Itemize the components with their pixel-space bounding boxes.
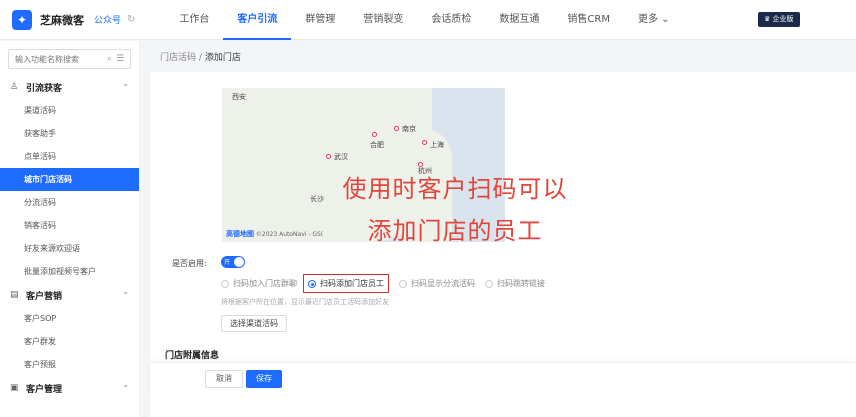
breadcrumb-parent[interactable]: 门店活码 bbox=[160, 53, 196, 63]
save-button[interactable]: 保存 bbox=[246, 370, 282, 388]
breadcrumb-current: 添加门店 bbox=[204, 53, 241, 63]
crown-icon: ♛ bbox=[764, 15, 771, 23]
annotation-line: 使用时客户扫码可以 bbox=[342, 175, 568, 203]
radio-circle-selected bbox=[308, 279, 316, 288]
map-city-label: 合肥 bbox=[370, 141, 384, 149]
enable-toggle[interactable]: 开 bbox=[221, 256, 245, 268]
brand-name: 芝麻微客 bbox=[40, 13, 84, 27]
map-marker[interactable] bbox=[422, 140, 427, 145]
cancel-button[interactable]: 取消 bbox=[205, 370, 243, 388]
sidebar-item-channel-code[interactable]: 渠道活码 bbox=[0, 99, 139, 122]
radio-show-split-code[interactable]: 扫码显示分流活码 bbox=[399, 278, 475, 289]
sidebar-item-city-store-code[interactable]: 城市门店活码 bbox=[0, 168, 139, 191]
account-type-label[interactable]: 公众号 bbox=[94, 13, 121, 26]
radio-label: 扫码跳转链接 bbox=[497, 279, 545, 288]
scan-hint-text: 将根据客户所在位置，显示最近门店员工活码添加好友 bbox=[221, 298, 389, 306]
sidebar-item-sales-code[interactable]: 销客活码 bbox=[0, 214, 139, 237]
nav-session-inspection[interactable]: 会话质检 bbox=[417, 0, 485, 40]
toggle-knob bbox=[234, 257, 244, 267]
radio-label: 扫码加入门店群聊 bbox=[233, 279, 297, 288]
chevron-up-icon: ⌃ bbox=[122, 82, 129, 92]
map-city-label: 武汉 bbox=[334, 153, 348, 161]
nav-marketing-fission[interactable]: 营销裂变 bbox=[349, 0, 417, 40]
sidebar: ⌕ ☰ ♙ 引流获客 ⌃ 渠道活码 获客助手 点单活码 城市门店活码 分流活码 … bbox=[0, 41, 140, 417]
function-search-input[interactable] bbox=[15, 54, 103, 64]
radio-add-store-staff[interactable]: 扫码添加门店员工 bbox=[303, 274, 389, 293]
sidebar-item-acquisition-assistant[interactable]: 获客助手 bbox=[0, 122, 139, 145]
main-nav: 工作台 客户引流 群管理 营销裂变 会话质检 数据互通 销售CRM 更多 ⌄ bbox=[165, 0, 683, 40]
folder-icon: ▣ bbox=[10, 383, 19, 393]
sidebar-item-mass-message[interactable]: 客户群发 bbox=[0, 330, 139, 353]
sidebar-item-batch-video-customers[interactable]: 批量添加视频号客户 bbox=[0, 260, 139, 283]
radio-circle bbox=[221, 279, 229, 288]
brand-logo-icon: ✦ bbox=[12, 9, 32, 30]
nav-group-management[interactable]: 群管理 bbox=[291, 0, 349, 40]
radio-circle bbox=[399, 279, 407, 288]
sidebar-group-customer-management[interactable]: ▣ 客户管理 ⌃ bbox=[0, 376, 139, 400]
user-acquire-icon: ♙ bbox=[10, 82, 19, 92]
radio-join-store-group[interactable]: 扫码加入门店群聊 bbox=[221, 278, 297, 289]
map-city-label: 上海 bbox=[430, 141, 444, 149]
sidebar-group-label: 客户管理 bbox=[26, 384, 63, 395]
breadcrumb: 门店活码 / 添加门店 bbox=[160, 50, 241, 63]
map-marker[interactable] bbox=[326, 154, 331, 159]
enable-label: 是否启用: bbox=[172, 259, 207, 268]
nav-more[interactable]: 更多 ⌄ bbox=[624, 0, 684, 40]
map-provider-logo: 高德地图 bbox=[226, 230, 254, 238]
radio-label: 扫码添加门店员工 bbox=[320, 279, 384, 288]
select-channel-code-button[interactable]: 选择渠道活码 bbox=[221, 315, 287, 332]
sidebar-group-label: 引流获客 bbox=[26, 83, 63, 94]
sidebar-item-customer-sop[interactable]: 客户SOP bbox=[0, 307, 139, 330]
sidebar-item-order-code[interactable]: 点单活码 bbox=[0, 145, 139, 168]
top-bar: ✦ 芝麻微客 公众号 ↻ 工作台 客户引流 群管理 营销裂变 会话质检 数据互通… bbox=[0, 0, 856, 40]
annotation-text: 使用时客户扫码可以 添加门店的员工 bbox=[300, 168, 610, 252]
breadcrumb-separator: / bbox=[198, 53, 202, 63]
sidebar-search: ⌕ ☰ bbox=[8, 49, 131, 69]
nav-customer-acquisition[interactable]: 客户引流 bbox=[223, 0, 292, 40]
map-city-label: 南京 bbox=[402, 125, 416, 133]
sidebar-group-marketing[interactable]: ▤ 客户营销 ⌃ bbox=[0, 283, 139, 307]
radio-label: 扫码显示分流活码 bbox=[411, 279, 475, 288]
map-city-label: 西安 bbox=[232, 93, 246, 101]
annotation-line: 添加门店的员工 bbox=[367, 217, 543, 245]
sidebar-item-welcome-message[interactable]: 好友来源欢迎语 bbox=[0, 237, 139, 260]
search-icon[interactable]: ⌕ bbox=[107, 54, 112, 64]
switch-account-icon[interactable]: ↻ bbox=[127, 14, 135, 25]
radio-circle bbox=[485, 279, 493, 288]
scan-action-radio-group: 扫码加入门店群聊 扫码添加门店员工 扫码显示分流活码 扫码跳转链接 bbox=[221, 274, 555, 293]
chevron-up-icon: ⌃ bbox=[122, 383, 129, 393]
nav-sales-crm[interactable]: 销售CRM bbox=[553, 0, 624, 40]
toggle-text: 开 bbox=[224, 259, 231, 266]
sidebar-item-customer-forecast[interactable]: 客户预报 bbox=[0, 353, 139, 376]
map-marker[interactable] bbox=[372, 132, 377, 137]
nav-data-sync[interactable]: 数据互通 bbox=[485, 0, 553, 40]
chevron-up-icon: ⌃ bbox=[122, 290, 129, 300]
nav-workbench[interactable]: 工作台 bbox=[165, 0, 223, 40]
sidebar-item-split-code[interactable]: 分流活码 bbox=[0, 191, 139, 214]
collapse-sidebar-icon[interactable]: ☰ bbox=[116, 54, 124, 64]
map-marker[interactable] bbox=[394, 126, 399, 131]
calendar-icon: ▤ bbox=[10, 290, 19, 300]
radio-jump-link[interactable]: 扫码跳转链接 bbox=[485, 278, 545, 289]
sidebar-group-acquisition[interactable]: ♙ 引流获客 ⌃ bbox=[0, 75, 139, 99]
edition-label: 企业版 bbox=[772, 15, 794, 23]
section-title-store-info: 门店附属信息 bbox=[165, 351, 220, 361]
edition-badge[interactable]: ♛ 企业版 bbox=[758, 12, 800, 27]
sidebar-group-label: 客户营销 bbox=[26, 291, 63, 302]
